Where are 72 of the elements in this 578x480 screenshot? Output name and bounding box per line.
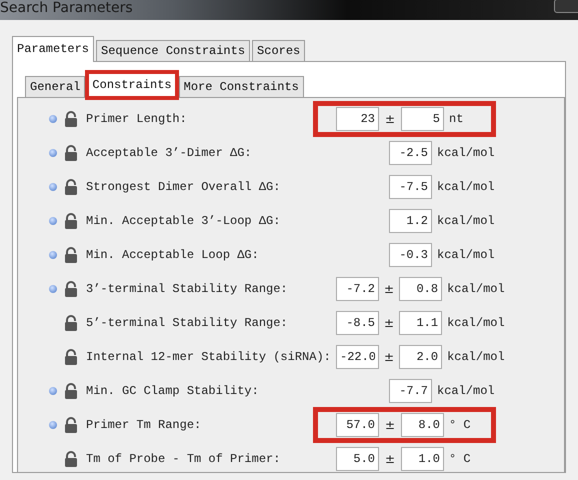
plus-minus-sign: ± — [384, 316, 394, 330]
padlock-icon[interactable] — [64, 213, 78, 229]
parameter-label: Internal 12-mer Stability (siRNA): — [86, 350, 332, 364]
padlock-icon[interactable] — [64, 247, 78, 263]
unit-label: nt — [449, 112, 464, 126]
parameter-label: Tm of Probe - Tm of Primer: — [86, 452, 282, 466]
unit-label: kcal/mol — [447, 316, 505, 330]
tab[interactable]: General — [25, 76, 86, 98]
info-dot-icon[interactable] — [49, 421, 57, 429]
unit-label: kcal/mol — [437, 214, 495, 228]
close-button[interactable] — [554, 0, 578, 13]
parameter-label: 5’-terminal Stability Range: — [86, 316, 289, 330]
info-dot-icon[interactable] — [49, 217, 57, 225]
info-dot-icon[interactable] — [49, 251, 57, 259]
padlock-icon[interactable] — [64, 281, 78, 297]
tab[interactable]: Parameters — [12, 36, 94, 62]
plus-minus-sign: ± — [384, 418, 396, 432]
parameter-label: 3’-terminal Stability Range: — [86, 282, 289, 296]
value-field[interactable]: 1.2 — [389, 209, 432, 233]
parameter-label: Min. Acceptable 3’-Loop ΔG: — [86, 214, 282, 228]
parameter-label: Min. Acceptable Loop ΔG: — [86, 248, 260, 262]
value-field[interactable]: -7.7 — [389, 379, 432, 403]
parameter-label: Min. GC Clamp Stability: — [86, 384, 260, 398]
value-field[interactable]: 57.0 — [336, 413, 379, 437]
padlock-icon[interactable] — [64, 417, 78, 433]
unit-label: ° C — [449, 418, 471, 432]
value-field[interactable]: -7.2 — [336, 277, 379, 301]
info-dot-icon[interactable] — [49, 183, 57, 191]
parameter-label: Primer Tm Range: — [86, 418, 202, 432]
unit-label: kcal/mol — [447, 350, 505, 364]
value-field[interactable]: -8.5 — [336, 311, 379, 335]
padlock-icon[interactable] — [64, 145, 78, 161]
info-dot-icon[interactable] — [49, 149, 57, 157]
parameter-label: Acceptable 3’-Dimer ΔG: — [86, 146, 253, 160]
value-field[interactable]: 23 — [336, 107, 379, 131]
value-field[interactable]: -0.3 — [389, 243, 432, 267]
unit-label: kcal/mol — [437, 146, 495, 160]
parameter-label: Primer Length: — [86, 112, 188, 126]
value-field[interactable]: 8.0 — [401, 413, 444, 437]
value-field[interactable]: 2.0 — [399, 345, 442, 369]
padlock-icon[interactable] — [64, 179, 78, 195]
tab[interactable]: Sequence Constraints — [96, 40, 250, 62]
plus-minus-sign: ± — [384, 452, 396, 466]
value-field[interactable]: 1.0 — [401, 447, 444, 471]
info-dot-icon[interactable] — [49, 387, 57, 395]
info-dot-icon[interactable] — [49, 115, 57, 123]
plus-minus-sign: ± — [384, 282, 394, 296]
padlock-icon[interactable] — [64, 451, 78, 467]
tab[interactable]: Constraints — [87, 72, 177, 98]
value-field[interactable]: 5 — [401, 107, 444, 131]
parameter-label: Strongest Dimer Overall ΔG: — [86, 180, 282, 194]
padlock-icon[interactable] — [64, 111, 78, 127]
padlock-icon[interactable] — [64, 349, 78, 365]
value-field[interactable]: -7.5 — [389, 175, 432, 199]
padlock-icon[interactable] — [64, 383, 78, 399]
unit-label: ° C — [449, 452, 471, 466]
unit-label: kcal/mol — [437, 384, 495, 398]
value-field[interactable]: 1.1 — [399, 311, 442, 335]
value-field[interactable]: 0.8 — [399, 277, 442, 301]
unit-label: kcal/mol — [437, 180, 495, 194]
unit-label: kcal/mol — [437, 248, 495, 262]
plus-minus-sign: ± — [384, 112, 396, 126]
value-field[interactable]: -22.0 — [336, 345, 379, 369]
tab[interactable]: More Constraints — [178, 76, 304, 98]
tab[interactable]: Scores — [252, 40, 306, 62]
value-field[interactable]: -2.5 — [389, 141, 432, 165]
plus-minus-sign: ± — [384, 350, 394, 364]
info-dot-icon[interactable] — [49, 285, 57, 293]
padlock-icon[interactable] — [64, 315, 78, 331]
value-field[interactable]: 5.0 — [336, 447, 379, 471]
window-title: Search Parameters — [0, 0, 133, 16]
unit-label: kcal/mol — [447, 282, 505, 296]
